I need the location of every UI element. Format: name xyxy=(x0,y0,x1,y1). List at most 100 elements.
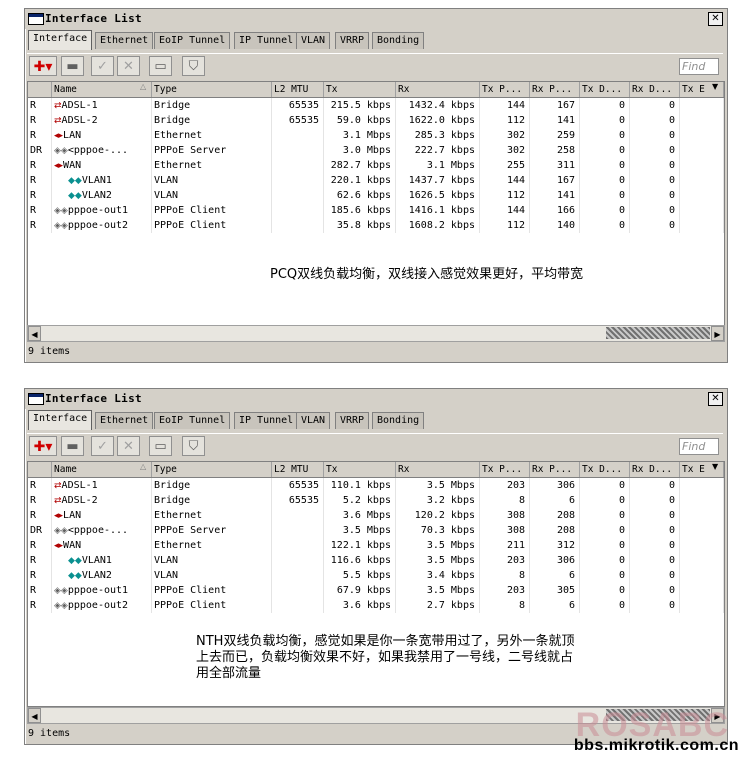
tab-ip-tunnel[interactable]: IP Tunnel xyxy=(234,32,299,49)
interface-name: pppoe-out2 xyxy=(67,600,129,611)
table-row[interactable]: DR ◈◈<pppoe-... PPPoE Server 3.0 Mbps 222.7 … xyxy=(28,143,724,158)
column-header-l2-mtu[interactable]: L2 MTU xyxy=(272,462,324,477)
column-header-tx-p[interactable]: Tx P... xyxy=(480,82,530,97)
rx-cell: 3.5 Mbps xyxy=(396,538,480,553)
tab-interface[interactable]: Interface xyxy=(28,410,93,430)
tab-bonding[interactable]: Bonding xyxy=(372,32,425,49)
scroll-left-icon[interactable]: ◀ xyxy=(28,326,41,341)
scroll-left-icon[interactable]: ◀ xyxy=(28,708,41,723)
column-header-type[interactable]: Type xyxy=(152,82,272,97)
column-header-flags[interactable] xyxy=(28,462,52,477)
pppoe-icon: ◈◈ xyxy=(54,221,68,231)
table-row[interactable]: R ◈◈pppoe-out2 PPPoE Client 3.6 kbps 2.7 kbp… xyxy=(28,598,724,613)
scroll-thumb[interactable] xyxy=(606,327,710,339)
txp-cell: 203 xyxy=(480,478,530,493)
close-button[interactable]: ✕ xyxy=(708,12,723,26)
tab-vlan[interactable]: VLAN xyxy=(296,412,331,429)
horizontal-scrollbar[interactable]: ◀ ▶ xyxy=(27,325,725,342)
tab-vrrp[interactable]: VRRP xyxy=(335,412,370,429)
column-header-tx-d[interactable]: Tx D... xyxy=(580,462,630,477)
table-row[interactable]: R ◆◆VLAN1 VLAN 116.6 kbps 3.5 Mbps 203 306 0 0 xyxy=(28,553,724,568)
column-header-tx-d[interactable]: Tx D... xyxy=(580,82,630,97)
rxd-cell: 0 xyxy=(630,98,680,113)
column-menu-icon[interactable]: ▼ xyxy=(712,462,721,471)
column-header-rx-p[interactable]: Rx P... xyxy=(530,462,580,477)
tab-vrrp[interactable]: VRRP xyxy=(335,32,370,49)
tab-bonding[interactable]: Bonding xyxy=(372,412,425,429)
rx-cell: 222.7 kbps xyxy=(396,143,480,158)
column-header-rx[interactable]: Rx xyxy=(396,82,480,97)
table-row[interactable]: R ◂▸WAN Ethernet 122.1 kbps 3.5 Mbps 211 312 0 0 xyxy=(28,538,724,553)
scroll-right-icon[interactable]: ▶ xyxy=(711,326,724,341)
rxp-cell: 208 xyxy=(530,508,580,523)
find-input[interactable]: Find xyxy=(679,438,719,455)
type-cell: VLAN xyxy=(152,568,272,583)
table-row[interactable]: R ⇄ADSL-1 Bridge 65535 110.1 kbps 3.5 Mbps 203… xyxy=(28,478,724,493)
column-header-rx-d[interactable]: Rx D... xyxy=(630,462,680,477)
rx-cell: 1626.5 kbps xyxy=(396,188,480,203)
interface-name: pppoe-out2 xyxy=(67,220,129,231)
name-cell: ⇄ADSL-1 xyxy=(52,478,152,493)
title-bar[interactable]: Interface List ✕ xyxy=(25,9,727,29)
filter-icon: ⛉ xyxy=(188,439,199,454)
interface-list-window-nth: Interface List ✕ Interface Ethernet EoIP T… xyxy=(24,388,728,745)
table-row[interactable]: R ◆◆VLAN2 VLAN 62.6 kbps 1626.5 kbps 112 141 0 0 xyxy=(28,188,724,203)
column-header-name[interactable]: Name xyxy=(52,462,152,477)
txp-cell: 8 xyxy=(480,598,530,613)
tab-interface[interactable]: Interface xyxy=(28,30,93,50)
name-cell: ◆◆VLAN1 xyxy=(52,173,152,188)
table-row[interactable]: R ◈◈pppoe-out1 PPPoE Client 185.6 kbps 1416.… xyxy=(28,203,724,218)
table-row[interactable]: R ◈◈pppoe-out2 PPPoE Client 35.8 kbps 1608.2… xyxy=(28,218,724,233)
table-row[interactable]: R ⇄ADSL-2 Bridge 65535 59.0 kbps 1622.0 kbps 1… xyxy=(28,113,724,128)
table-row[interactable]: R ⇄ADSL-1 Bridge 65535 215.5 kbps 1432.4 kbps… xyxy=(28,98,724,113)
find-input[interactable]: Find xyxy=(679,58,719,75)
column-header-rx-p[interactable]: Rx P... xyxy=(530,82,580,97)
comment-button[interactable]: ▭ xyxy=(149,56,172,76)
column-header-rx[interactable]: Rx xyxy=(396,462,480,477)
name-cell: ⇄ADSL-2 xyxy=(52,113,152,128)
enable-button[interactable]: ✓ xyxy=(91,436,114,456)
enable-button[interactable]: ✓ xyxy=(91,56,114,76)
column-menu-icon[interactable]: ▼ xyxy=(712,82,721,91)
add-button[interactable]: ✚▾ xyxy=(29,56,57,76)
table-row[interactable]: R ◂▸LAN Ethernet 3.1 Mbps 285.3 kbps 302 259 0 0 xyxy=(28,128,724,143)
column-header-tx-p[interactable]: Tx P... xyxy=(480,462,530,477)
table-row[interactable]: R ◂▸WAN Ethernet 282.7 kbps 3.1 Mbps 255 311 0 0 xyxy=(28,158,724,173)
table-row[interactable]: R ◆◆VLAN1 VLAN 220.1 kbps 1437.7 kbps 144 167 0… xyxy=(28,173,724,188)
l2mtu-cell: 65535 xyxy=(272,493,324,508)
txd-cell: 0 xyxy=(580,538,630,553)
column-header-flags[interactable] xyxy=(28,82,52,97)
filter-button[interactable]: ⛉ xyxy=(182,436,205,456)
comment-note: NTH双线负载均衡，感觉如果是你一条宽带用过了，另外一条就顶 上去而已，负载均衡… xyxy=(196,634,575,681)
tab-ethernet[interactable]: Ethernet xyxy=(95,32,154,49)
add-button[interactable]: ✚▾ xyxy=(29,436,57,456)
column-header-l2-mtu[interactable]: L2 MTU xyxy=(272,82,324,97)
column-header-type[interactable]: Type xyxy=(152,462,272,477)
column-header-tx[interactable]: Tx xyxy=(324,462,396,477)
flag-cell: R xyxy=(28,493,52,508)
tab-vlan[interactable]: VLAN xyxy=(296,32,331,49)
table-row[interactable]: DR ◈◈<pppoe-... PPPoE Server 3.5 Mbps 70.3 k… xyxy=(28,523,724,538)
tab-eoip-tunnel[interactable]: EoIP Tunnel xyxy=(154,32,231,49)
disable-button[interactable]: ✕ xyxy=(117,56,140,76)
column-header-tx[interactable]: Tx xyxy=(324,82,396,97)
table-row[interactable]: R ◈◈pppoe-out1 PPPoE Client 67.9 kbps 3.5 Mb… xyxy=(28,583,724,598)
remove-button[interactable]: ▬ xyxy=(61,436,84,456)
tab-ethernet[interactable]: Ethernet xyxy=(95,412,154,429)
remove-button[interactable]: ▬ xyxy=(61,56,84,76)
tab-ip-tunnel[interactable]: IP Tunnel xyxy=(234,412,299,429)
close-button[interactable]: ✕ xyxy=(708,392,723,406)
txp-cell: 203 xyxy=(480,583,530,598)
table-row[interactable]: R ◆◆VLAN2 VLAN 5.5 kbps 3.4 kbps 8 6 0 0 xyxy=(28,568,724,583)
disable-button[interactable]: ✕ xyxy=(117,436,140,456)
column-header-name[interactable]: Name xyxy=(52,82,152,97)
comment-button[interactable]: ▭ xyxy=(149,436,172,456)
title-bar[interactable]: Interface List ✕ xyxy=(25,389,727,409)
table-row[interactable]: R ◂▸LAN Ethernet 3.6 Mbps 120.2 kbps 308 208 0 0 xyxy=(28,508,724,523)
tx-error-cell xyxy=(680,98,724,113)
status-bar-count: 9 items xyxy=(28,346,71,357)
tab-eoip-tunnel[interactable]: EoIP Tunnel xyxy=(154,412,231,429)
filter-button[interactable]: ⛉ xyxy=(182,56,205,76)
table-row[interactable]: R ⇄ADSL-2 Bridge 65535 5.2 kbps 3.2 kbps 8 6 0 0 xyxy=(28,493,724,508)
column-header-rx-d[interactable]: Rx D... xyxy=(630,82,680,97)
